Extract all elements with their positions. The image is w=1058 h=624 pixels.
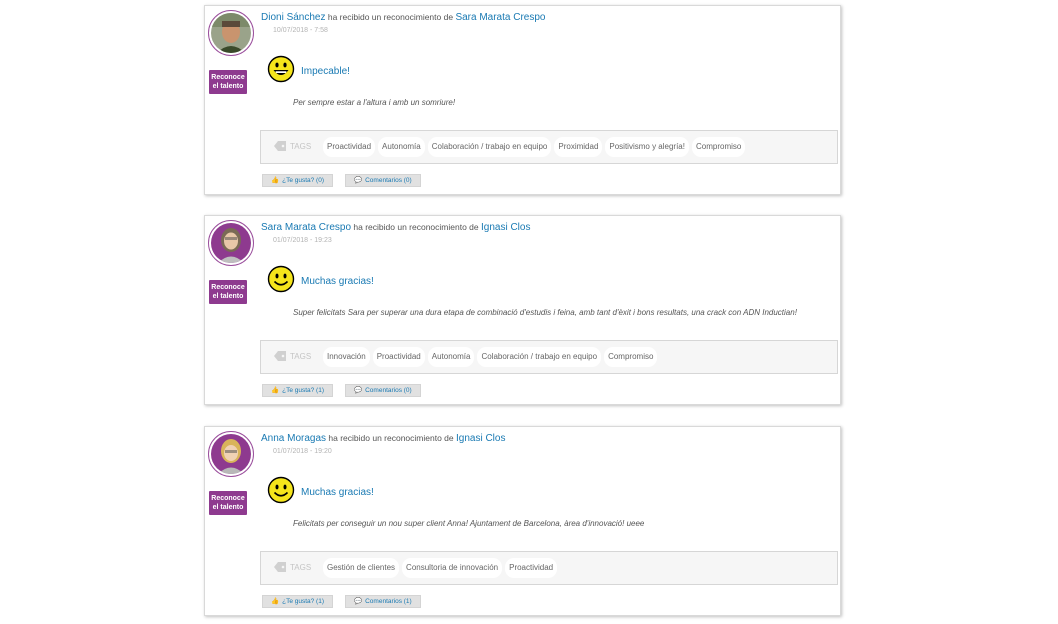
recognition-message: Felicitats per conseguir un nou super cl… bbox=[293, 519, 645, 528]
award-title: Muchas gracias! bbox=[301, 487, 374, 498]
award-title: Muchas gracias! bbox=[301, 276, 374, 287]
thumbs-up-icon: 👍 bbox=[271, 387, 280, 394]
tag-list: Innovación Proactividad Autonomía Colabo… bbox=[323, 347, 658, 367]
tag-chip[interactable]: Innovación bbox=[323, 347, 370, 367]
tag-chip[interactable]: Proactividad bbox=[505, 558, 558, 578]
like-button[interactable]: 👍 ¿Te gusta? (1) bbox=[262, 595, 334, 608]
card-actions: 👍 ¿Te gusta? (1) 💬 Comentarios (1) bbox=[262, 595, 421, 608]
tags-label: TAGS bbox=[273, 350, 311, 362]
smile-icon bbox=[267, 265, 295, 293]
comment-icon: 💬 bbox=[354, 177, 363, 184]
header-text: ha recibido un reconocimiento de bbox=[326, 433, 456, 443]
timestamp: 01/07/2018 - 19:23 bbox=[273, 237, 332, 244]
card-header: Sara Marata Crespo ha recibido un recono… bbox=[261, 222, 530, 233]
like-label: ¿Te gusta? (0) bbox=[282, 177, 325, 184]
like-label: ¿Te gusta? (1) bbox=[282, 387, 325, 394]
comment-icon: 💬 bbox=[354, 598, 363, 605]
tag-chip[interactable]: Colaboración / trabajo en equipo bbox=[477, 347, 602, 367]
tags-label: TAGS bbox=[273, 561, 311, 573]
reconoce-talento-button[interactable]: Reconoce el talento bbox=[209, 280, 247, 304]
comment-icon: 💬 bbox=[354, 387, 363, 394]
tag-icon bbox=[274, 351, 286, 361]
card-header: Dioni Sánchez ha recibido un reconocimie… bbox=[261, 12, 545, 23]
header-text: ha recibido un reconocimiento de bbox=[325, 12, 456, 22]
recognition-message: Per sempre estar a l'altura i amb un som… bbox=[293, 98, 456, 107]
giver-link[interactable]: Sara Marata Crespo bbox=[455, 12, 545, 23]
tag-chip[interactable]: Compromiso bbox=[604, 347, 658, 367]
tag-icon bbox=[274, 562, 286, 572]
tag-icon bbox=[274, 141, 286, 151]
comments-button[interactable]: 💬 Comentarios (0) bbox=[345, 384, 421, 397]
like-button[interactable]: 👍 ¿Te gusta? (1) bbox=[262, 384, 334, 397]
recipient-link[interactable]: Sara Marata Crespo bbox=[261, 222, 351, 233]
comments-label: Comentarios (0) bbox=[365, 177, 412, 184]
timestamp: 10/07/2018 - 7:58 bbox=[273, 27, 328, 34]
tags-label: TAGS bbox=[273, 140, 311, 152]
giver-link[interactable]: Ignasi Clos bbox=[481, 222, 530, 233]
tags-label-text: TAGS bbox=[290, 351, 312, 361]
recipient-link[interactable]: Dioni Sánchez bbox=[261, 12, 325, 23]
comments-label: Comentarios (0) bbox=[365, 387, 412, 394]
card-actions: 👍 ¿Te gusta? (0) 💬 Comentarios (0) bbox=[262, 174, 421, 187]
comments-button[interactable]: 💬 Comentarios (1) bbox=[345, 595, 421, 608]
grin-smiley-icon bbox=[267, 55, 295, 83]
reconoce-talento-button[interactable]: Reconoce el talento bbox=[209, 491, 247, 515]
reconoce-talento-button[interactable]: Reconoce el talento bbox=[209, 70, 247, 94]
avatar[interactable] bbox=[208, 431, 254, 477]
tag-chip[interactable]: Consultoria de innovación bbox=[402, 558, 503, 578]
avatar-illustration bbox=[211, 223, 251, 263]
tag-chip[interactable]: Autonomía bbox=[378, 137, 425, 157]
tag-chip[interactable]: Proactividad bbox=[372, 347, 425, 367]
recognition-message: Super felicitats Sara per superar una du… bbox=[293, 308, 797, 317]
thumbs-up-icon: 👍 bbox=[271, 177, 280, 184]
tags-box: TAGS Innovación Proactividad Autonomía C… bbox=[260, 340, 838, 374]
recipient-link[interactable]: Anna Moragas bbox=[261, 433, 326, 444]
tag-chip[interactable]: Autonomía bbox=[427, 347, 475, 367]
tag-chip[interactable]: Gestión de clientes bbox=[323, 558, 400, 578]
tag-chip[interactable]: Colaboración / trabajo en equipo bbox=[427, 137, 552, 157]
avatar[interactable] bbox=[208, 220, 254, 266]
timestamp: 01/07/2018 - 19:20 bbox=[273, 448, 332, 455]
award-title: Impecable! bbox=[301, 66, 350, 77]
tag-list: Gestión de clientes Consultoria de innov… bbox=[323, 558, 558, 578]
recognition-card: Reconoce el talento Anna Moragas ha reci… bbox=[204, 426, 841, 616]
tag-list: Proactividad Autonomía Colaboración / tr… bbox=[323, 137, 746, 157]
avatar[interactable] bbox=[208, 10, 254, 56]
tag-chip[interactable]: Positivismo y alegría! bbox=[605, 137, 689, 157]
like-button[interactable]: 👍 ¿Te gusta? (0) bbox=[262, 174, 334, 187]
comments-label: Comentarios (1) bbox=[365, 598, 412, 605]
tags-label-text: TAGS bbox=[290, 141, 312, 151]
avatar-photo bbox=[211, 13, 251, 53]
tags-box: TAGS Proactividad Autonomía Colaboración… bbox=[260, 130, 838, 164]
recognition-card: Reconoce el talento Dioni Sánchez ha rec… bbox=[204, 5, 841, 195]
thumbs-up-icon: 👍 bbox=[271, 598, 280, 605]
tags-label-text: TAGS bbox=[290, 562, 312, 572]
comments-button[interactable]: 💬 Comentarios (0) bbox=[345, 174, 421, 187]
smile-icon bbox=[267, 476, 295, 504]
tag-chip[interactable]: Proactividad bbox=[323, 137, 376, 157]
like-label: ¿Te gusta? (1) bbox=[282, 598, 325, 605]
card-header: Anna Moragas ha recibido un reconocimien… bbox=[261, 433, 505, 444]
avatar-illustration bbox=[211, 434, 251, 474]
tag-chip[interactable]: Proximidad bbox=[554, 137, 603, 157]
card-actions: 👍 ¿Te gusta? (1) 💬 Comentarios (0) bbox=[262, 384, 421, 397]
header-text: ha recibido un reconocimiento de bbox=[351, 222, 481, 232]
giver-link[interactable]: Ignasi Clos bbox=[456, 433, 505, 444]
tags-box: TAGS Gestión de clientes Consultoria de … bbox=[260, 551, 838, 585]
tag-chip[interactable]: Compromiso bbox=[691, 137, 746, 157]
recognition-card: Reconoce el talento Sara Marata Crespo h… bbox=[204, 215, 841, 405]
